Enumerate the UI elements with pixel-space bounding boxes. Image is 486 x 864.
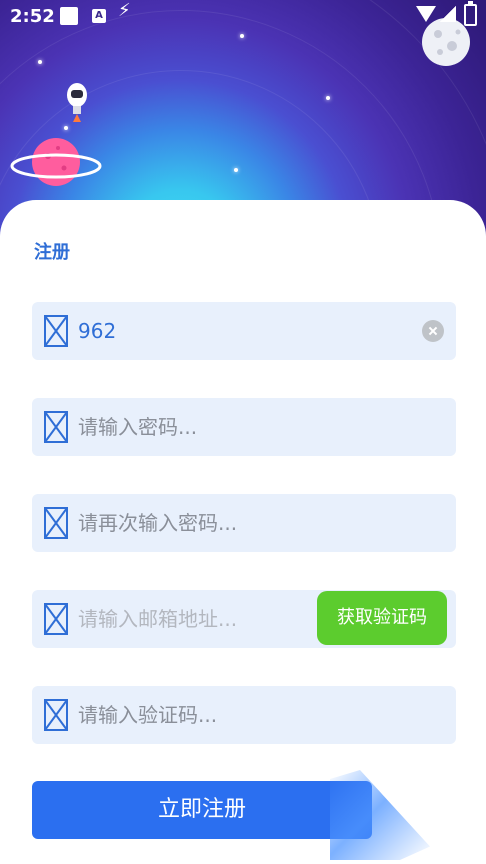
password-field[interactable]: 请输入密码... — [32, 398, 456, 456]
broken-image-icon — [44, 603, 68, 635]
verification-code-placeholder[interactable]: 请输入验证码... — [78, 686, 217, 744]
battery-icon — [464, 1, 477, 26]
confirm-password-field[interactable]: 请再次输入密码... — [32, 494, 456, 552]
astronaut-rocket-icon — [67, 83, 87, 122]
get-code-button[interactable]: 获取验证码 — [317, 591, 447, 645]
confirm-password-placeholder[interactable]: 请再次输入密码... — [78, 494, 237, 552]
ringed-planet-icon — [10, 138, 102, 186]
username-value[interactable]: 962 — [78, 302, 116, 360]
verification-code-field[interactable]: 请输入验证码... — [32, 686, 456, 744]
signal-icon — [440, 6, 456, 22]
username-field[interactable]: 962 — [32, 302, 456, 360]
star-decoration — [234, 168, 238, 172]
broken-image-icon — [44, 699, 68, 731]
notification-square-icon — [60, 7, 78, 25]
status-time: 2:52 — [10, 6, 55, 27]
email-placeholder[interactable]: 请输入邮箱地址... — [78, 590, 237, 648]
star-decoration — [38, 60, 42, 64]
clear-icon[interactable] — [422, 320, 444, 342]
password-placeholder[interactable]: 请输入密码... — [78, 398, 197, 456]
register-button[interactable]: 立即注册 — [32, 781, 372, 839]
keyboard-bolt-icon: ⚡ — [118, 0, 131, 21]
star-decoration — [240, 34, 244, 38]
notification-a-icon: A — [92, 9, 106, 23]
page-title: 注册 — [34, 242, 70, 263]
broken-image-icon — [44, 315, 68, 347]
broken-image-icon — [44, 411, 68, 443]
wifi-icon — [416, 6, 436, 22]
broken-image-icon — [44, 507, 68, 539]
status-bar: 2:52 A ⚡ — [0, 0, 486, 34]
star-decoration — [326, 96, 330, 100]
